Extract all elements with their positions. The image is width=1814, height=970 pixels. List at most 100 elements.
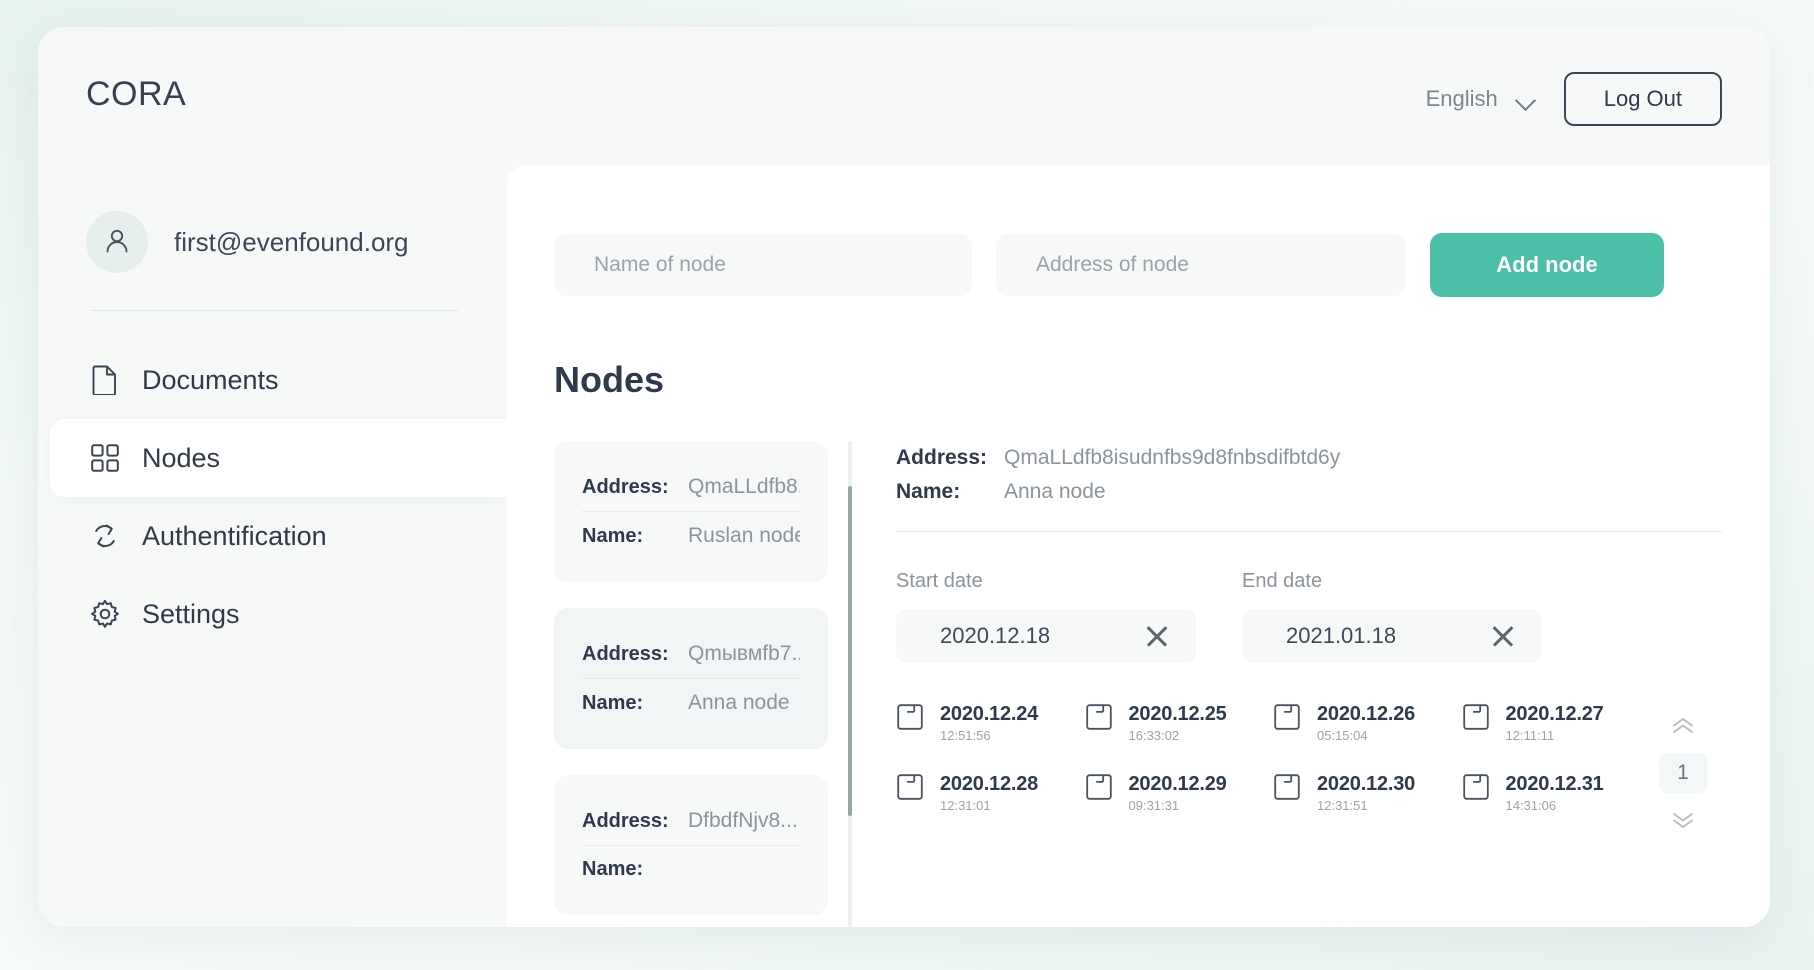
start-date-value: 2020.12.18 [940, 623, 1051, 648]
address-label: Address: [582, 476, 669, 498]
divider [582, 511, 800, 512]
document-item[interactable]: 2020.12.24 12:51:56 [896, 703, 1079, 743]
clear-icon[interactable] [1144, 623, 1170, 649]
address-value: QmaLLdfb8... [688, 475, 800, 498]
node-list-item[interactable]: Address: Qmывмfb7... Name: Anna node [554, 608, 828, 749]
divider [896, 531, 1722, 532]
end-date-value: 2021.01.18 [1286, 623, 1397, 648]
document-date: 2020.12.24 [940, 703, 1039, 725]
document-date: 2020.12.27 [1505, 703, 1604, 725]
end-date-field: End date 2021.01.18 [1242, 570, 1542, 663]
name-label: Name: [582, 525, 644, 547]
sidebar-item-authentification[interactable]: Authentification [38, 497, 506, 575]
language-label: English [1425, 86, 1498, 111]
detail-name-value: Anna node [1004, 480, 1106, 503]
document-item[interactable]: 2020.12.26 05:15:04 [1273, 703, 1456, 743]
node-list-scrollbar[interactable] [848, 441, 852, 927]
address-value: DfbdfNjv8... [688, 809, 798, 832]
document-time: 09:31:31 [1128, 798, 1180, 813]
logout-button[interactable]: Log Out [1563, 72, 1722, 126]
refresh-icon [90, 521, 120, 551]
sidebar-item-documents[interactable]: Documents [38, 341, 506, 419]
add-node-button[interactable]: Add node [1430, 233, 1664, 297]
page-title: Nodes [554, 359, 665, 400]
node-list-wrapper: Address: QmaLLdfb8... Name: Ruslan node … [506, 441, 852, 927]
app-header: CORA English Log Out [38, 27, 1770, 165]
document-date: 2020.12.30 [1317, 773, 1416, 795]
content-panel: Add node Nodes Address: QmaLLdfb8... Nam… [506, 165, 1770, 927]
folder-icon [896, 773, 924, 806]
end-date-input[interactable]: 2021.01.18 [1242, 609, 1542, 663]
document-item[interactable]: 2020.12.30 12:31:51 [1273, 773, 1456, 813]
document-time: 12:31:01 [940, 798, 991, 813]
header-actions: English Log Out [1426, 72, 1722, 126]
document-date: 2020.12.29 [1128, 773, 1227, 795]
gear-icon [90, 599, 120, 629]
scrollbar-thumb[interactable] [848, 486, 852, 816]
document-date: 2020.12.28 [940, 773, 1039, 795]
node-address-row: Address: DfbdfNjv8... [582, 801, 800, 841]
document-item[interactable]: 2020.12.31 14:31:06 [1462, 773, 1645, 813]
node-name-row: Name: Ruslan node [582, 516, 800, 556]
name-value: Ruslan node [688, 524, 800, 547]
document-icon [90, 365, 120, 395]
sidebar-item-label: Authentification [142, 520, 327, 551]
add-node-form: Add node [506, 165, 1770, 297]
user-profile-row[interactable]: first@evenfound.org [38, 200, 506, 284]
node-address-row: Address: QmaLLdfb8... [582, 467, 800, 507]
address-label: Address: [582, 810, 669, 832]
start-date-input[interactable]: 2020.12.18 [896, 609, 1196, 663]
documents-area: 2020.12.24 12:51:56 2020.12.25 16:33:02 … [896, 703, 1722, 837]
name-of-node-input[interactable] [554, 234, 972, 296]
sidebar-item-settings[interactable]: Settings [38, 575, 506, 653]
chevron-down-icon [1516, 93, 1536, 105]
document-time: 12:51:56 [940, 728, 991, 743]
folder-icon [1273, 703, 1301, 736]
sidebar-item-label: Nodes [142, 442, 221, 473]
folder-icon [896, 703, 924, 736]
document-item[interactable]: 2020.12.28 12:31:01 [896, 773, 1079, 813]
document-time: 16:33:02 [1128, 728, 1180, 743]
address-label: Address: [582, 643, 669, 665]
language-selector[interactable]: English [1426, 86, 1536, 112]
document-time: 05:15:04 [1317, 728, 1368, 743]
brand-logo: CORA [86, 75, 187, 113]
folder-icon [1273, 773, 1301, 806]
detail-address-row: Address: QmaLLdfb8isudnfbs9d8fnbsdifbtd6… [896, 441, 1722, 475]
document-item[interactable]: 2020.12.29 09:31:31 [1085, 773, 1268, 813]
sidebar-item-label: Settings [142, 598, 240, 629]
clear-icon[interactable] [1490, 623, 1516, 649]
page-up-button[interactable] [1661, 709, 1705, 743]
document-date: 2020.12.31 [1505, 773, 1604, 795]
date-filters: Start date 2020.12.18 End date 2021.01.1… [896, 570, 1722, 663]
avatar [86, 211, 148, 273]
address-of-node-input[interactable] [996, 234, 1406, 296]
page-down-button[interactable] [1661, 803, 1705, 837]
node-list-item[interactable]: Address: DfbdfNjv8... Name: [554, 775, 828, 915]
user-email: first@evenfound.org [174, 226, 409, 257]
sidebar-item-nodes[interactable]: Nodes [50, 419, 506, 497]
document-date: 2020.12.25 [1128, 703, 1227, 725]
detail-name-row: Name: Anna node [896, 475, 1722, 509]
app-window: CORA English Log Out first@evenfound.org [38, 27, 1770, 927]
address-label: Address: [896, 446, 988, 469]
document-item[interactable]: 2020.12.25 16:33:02 [1085, 703, 1268, 743]
chevrons-up-icon [1673, 718, 1693, 733]
sidebar-item-label: Documents [142, 364, 279, 395]
document-time: 12:11:11 [1505, 728, 1555, 743]
node-list-item[interactable]: Address: QmaLLdfb8... Name: Ruslan node [554, 441, 828, 582]
grid-icon [90, 443, 120, 473]
document-date: 2020.12.26 [1317, 703, 1416, 725]
name-label: Name: [896, 480, 961, 503]
folder-icon [1085, 703, 1113, 736]
document-item[interactable]: 2020.12.27 12:11:11 [1462, 703, 1645, 743]
start-date-label: Start date [896, 570, 983, 592]
pagination: 1 [1644, 703, 1722, 837]
name-value: Anna node [688, 691, 790, 714]
divider [582, 845, 800, 846]
page-number[interactable]: 1 [1659, 753, 1707, 793]
user-icon [106, 229, 128, 253]
sidebar-nav: Documents Nodes Authentification Setting… [38, 341, 506, 653]
address-value: Qmывмfb7... [688, 642, 800, 665]
sidebar: first@evenfound.org Documents Nodes Auth… [38, 165, 506, 927]
